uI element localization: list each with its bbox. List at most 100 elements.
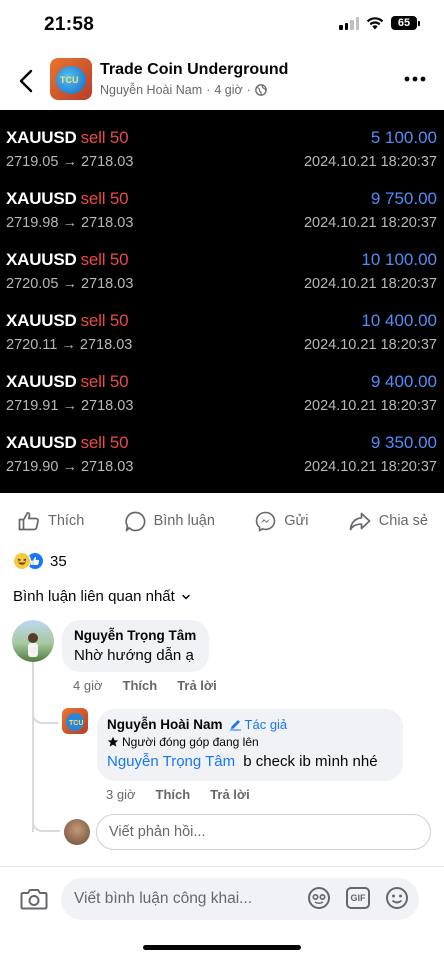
reply-text: b check ib mình nhé [243, 753, 378, 770]
reply-input[interactable]: Viết phản hồi... [96, 814, 431, 850]
trade-arrow: → [61, 337, 76, 353]
post-author[interactable]: Nguyễn Hoài Nam [100, 83, 202, 97]
trade-profit: 9 750.00 [370, 189, 437, 208]
comment-author[interactable]: Nguyễn Trọng Tâm [74, 628, 197, 643]
thread-line [32, 812, 60, 832]
like-button[interactable]: Thích [18, 511, 84, 531]
thread-line [32, 704, 58, 724]
post-action-bar: Thích Bình luận Gửi Chia sẻ [0, 500, 444, 542]
back-button[interactable] [14, 66, 38, 96]
trade-row: XAUUSD sell 50 10 100.00 2720.05 → 2718.0… [0, 238, 444, 299]
trade-open-price: 2719.91 [6, 398, 59, 414]
battery-icon: 65 [391, 16, 420, 30]
home-indicator[interactable] [143, 945, 301, 950]
reply-author-avatar[interactable]: TCU [62, 708, 88, 734]
more-options-button[interactable] [400, 70, 430, 90]
share-label: Chia sẻ [378, 513, 428, 529]
trade-profit: 9 400.00 [370, 372, 437, 391]
trade-side: sell 50 [80, 311, 129, 330]
globe-icon [254, 84, 267, 96]
comment-input-placeholder: Viết bình luận công khai... [74, 890, 253, 907]
comment-input[interactable]: Viết bình luận công khai... GIF [61, 878, 419, 920]
comment-like-button[interactable]: Thích [123, 678, 158, 693]
reaction-count: 35 [50, 552, 67, 570]
reply-bubble[interactable]: Nguyễn Hoài Nam Tác giả Người đóng góp đ… [97, 709, 403, 781]
group-name[interactable]: Trade Coin Underground [100, 61, 288, 79]
trade-close-price: 2718.03 [80, 398, 134, 414]
svg-text:TCU: TCU [69, 720, 83, 727]
meta-separator: · [246, 83, 251, 97]
comment-button[interactable]: Bình luận [124, 511, 215, 532]
send-label: Gửi [284, 513, 309, 529]
status-icons: 65 [339, 16, 420, 30]
thread-line [32, 662, 34, 832]
comment-bubble[interactable]: Nguyễn Trọng Tâm Nhờ hướng dẫn ạ [62, 620, 209, 672]
chevron-left-icon [19, 69, 33, 93]
trade-symbol: XAUUSD [6, 372, 77, 391]
commenter-avatar[interactable] [12, 620, 54, 662]
trade-row: XAUUSD sell 50 9 350.00 2719.90 → 2718.03… [0, 421, 444, 482]
trade-arrow: → [62, 459, 77, 475]
camera-icon [20, 889, 48, 910]
status-bar: 21:58 65 [0, 0, 444, 50]
reply-like-button[interactable]: Thích [156, 787, 191, 802]
share-arrow-icon [349, 512, 371, 530]
trade-datetime: 2024.10.21 18:20:37 [303, 459, 437, 475]
trade-close-price: 2718.03 [80, 276, 134, 292]
trade-datetime: 2024.10.21 18:20:37 [303, 337, 437, 353]
reply-time[interactable]: 3 giờ [106, 787, 136, 802]
current-user-avatar [64, 819, 90, 845]
comment-text: Nhờ hướng dẫn ạ [74, 647, 194, 664]
group-avatar[interactable]: TCU [50, 58, 92, 100]
comment-sort-dropdown[interactable]: Bình luận liên quan nhất [13, 588, 191, 605]
trade-close-price: 2718.03 [80, 459, 134, 475]
trade-close-price: 2718.03 [79, 337, 133, 353]
trade-arrow: → [62, 276, 77, 292]
reply-mention[interactable]: Nguyễn Trọng Tâm [107, 753, 235, 770]
trade-row: XAUUSD sell 50 10 400.00 2720.11 → 2718.0… [0, 299, 444, 360]
post-image-trade-history[interactable]: XAUUSD sell 50 5 100.00 2719.05 → 2718.03… [0, 110, 444, 493]
emoji-icon[interactable] [385, 886, 409, 910]
comment-time[interactable]: 4 giờ [73, 678, 103, 693]
haha-icon [13, 552, 31, 570]
trade-side: sell 50 [80, 189, 129, 208]
trade-symbol: XAUUSD [6, 433, 77, 452]
post-time[interactable]: 4 giờ [214, 83, 242, 97]
comment-composer: Viết bình luận công khai... GIF [0, 866, 444, 960]
cellular-signal-icon [339, 16, 359, 30]
trade-profit: 10 100.00 [361, 250, 437, 269]
share-button[interactable]: Chia sẻ [349, 512, 428, 531]
post-meta: Nguyễn Hoài Nam · 4 giờ · [100, 83, 267, 97]
pencil-icon [229, 720, 241, 731]
thumbs-up-icon [18, 511, 39, 531]
trade-datetime: 2024.10.21 18:20:37 [303, 398, 437, 414]
comment-reply-button[interactable]: Trả lời [177, 678, 217, 693]
comment-label: Bình luận [153, 513, 215, 529]
trade-symbol: XAUUSD [6, 311, 77, 330]
trade-close-price: 2718.03 [80, 154, 134, 170]
reply-author[interactable]: Nguyễn Hoài Nam [107, 717, 223, 732]
gif-icon[interactable]: GIF [346, 887, 370, 909]
trade-open-price: 2719.05 [6, 154, 59, 170]
reply-meta: 3 giờ Thích Trả lời [106, 787, 250, 802]
reply-reply-button[interactable]: Trả lời [210, 787, 250, 802]
battery-level: 65 [391, 16, 417, 30]
chevron-down-icon [182, 594, 190, 600]
reactions-summary[interactable]: 35 [13, 552, 67, 570]
trade-row: XAUUSD sell 50 9 750.00 2719.98 → 2718.03… [0, 177, 444, 238]
contributor-badge: Người đóng góp đang lên [122, 735, 259, 749]
trade-side: sell 50 [80, 433, 129, 452]
trade-open-price: 2719.90 [6, 459, 59, 475]
trade-symbol: XAUUSD [6, 189, 77, 208]
trade-profit: 10 400.00 [361, 311, 437, 330]
trade-arrow: → [62, 215, 77, 231]
camera-button[interactable] [20, 887, 48, 913]
status-time: 21:58 [44, 14, 95, 35]
comment-meta: 4 giờ Thích Trả lời [73, 678, 217, 693]
trade-datetime: 2024.10.21 18:20:37 [303, 215, 437, 231]
send-button[interactable]: Gửi [255, 511, 308, 532]
trade-arrow: → [62, 398, 77, 414]
star-badge-icon [107, 736, 119, 747]
comment-bubble-icon [124, 511, 146, 531]
avatar-sticker-icon[interactable] [307, 886, 331, 910]
